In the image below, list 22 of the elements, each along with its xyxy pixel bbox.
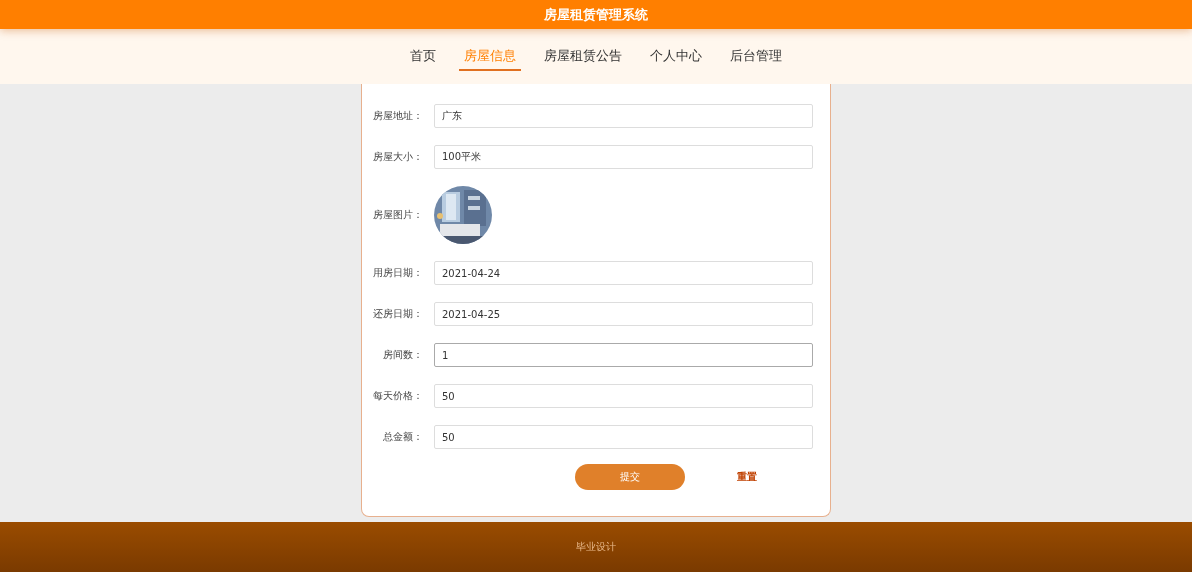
input-field[interactable]: 2021-04-24 — [434, 261, 813, 285]
field-label: 房屋图片： — [372, 208, 423, 222]
field-label: 还房日期： — [372, 307, 423, 321]
input-field[interactable]: 广东 — [434, 104, 813, 128]
field-label: 总金额： — [382, 430, 423, 444]
nav-tab[interactable]: 后台管理 — [725, 42, 787, 71]
nav-tab[interactable]: 个人中心 — [645, 42, 707, 71]
input-field[interactable]: 2021-04-25 — [434, 302, 813, 326]
footer-text: 毕业设计 — [576, 540, 616, 554]
field-label: 房屋大小： — [372, 150, 423, 164]
field-label: 房间数： — [382, 348, 423, 362]
input-field[interactable]: 100平米 — [434, 145, 813, 169]
input-field[interactable]: 50 — [434, 425, 813, 449]
input-field[interactable]: 1 — [434, 343, 813, 367]
field-label: 房屋地址： — [372, 109, 423, 123]
site-title: 房屋租赁管理系统 — [544, 5, 648, 24]
nav-tab[interactable]: 房屋租赁公告 — [539, 42, 627, 71]
input-field[interactable]: 50 — [434, 384, 813, 408]
reset-button[interactable]: 重置 — [737, 470, 757, 484]
nav-tab[interactable]: 首页 — [405, 42, 441, 71]
field-label: 用房日期： — [372, 266, 423, 280]
field-label: 每天价格： — [372, 389, 423, 403]
